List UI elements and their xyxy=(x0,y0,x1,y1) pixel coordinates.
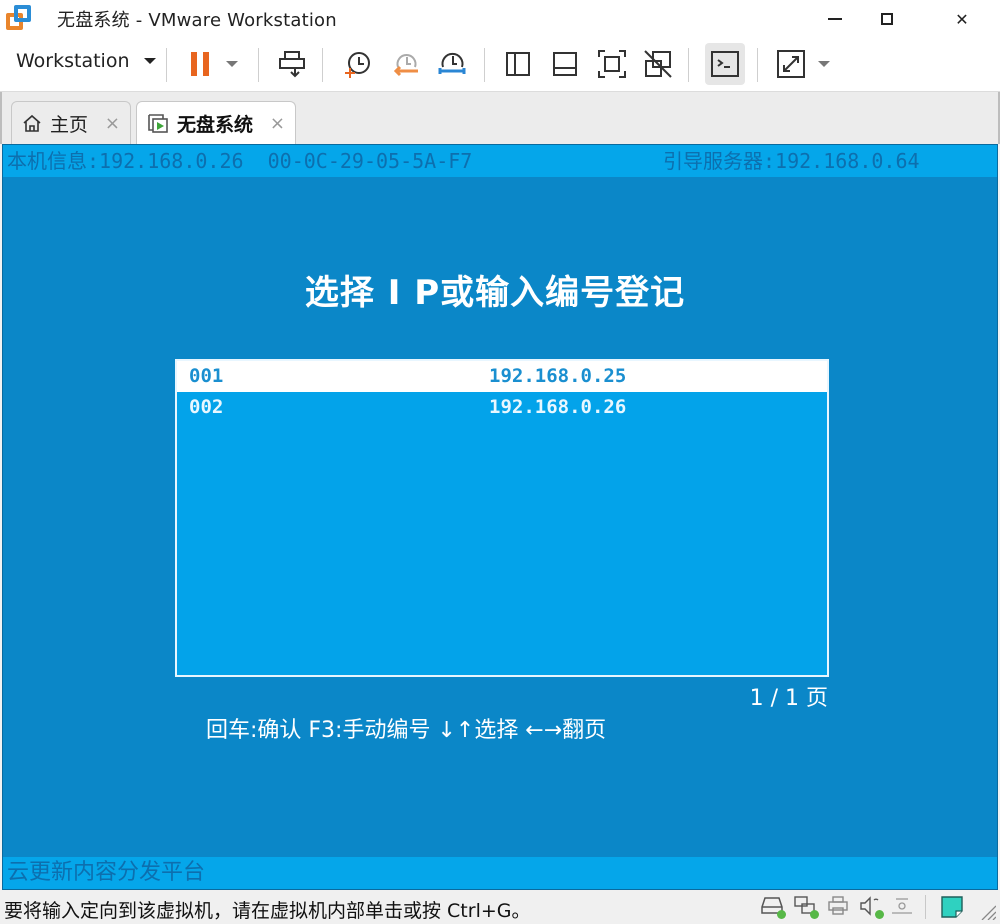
minimize-icon xyxy=(828,18,842,20)
toolbar-divider xyxy=(757,48,758,82)
power-dropdown-button[interactable] xyxy=(216,48,248,80)
tab-vm-label: 无盘系统 xyxy=(177,113,254,136)
window-title: 无盘系统 - VMware Workstation xyxy=(57,10,337,31)
local-info: 本机信息:192.168.0.26 00-0C-29-05-5A-F7 xyxy=(7,149,473,173)
camera-status[interactable] xyxy=(890,895,916,919)
active-indicator xyxy=(810,910,819,919)
unity-icon xyxy=(644,50,672,78)
toolbar-divider xyxy=(166,48,167,82)
close-button[interactable]: ✕ xyxy=(939,0,985,38)
vm-footer-bar: 云更新内容分发平台 xyxy=(3,857,997,889)
tab-home-label: 主页 xyxy=(50,113,89,136)
resize-grip-icon[interactable] xyxy=(980,904,996,920)
maximize-icon xyxy=(881,13,893,25)
console-view-button[interactable] xyxy=(705,43,745,85)
take-snapshot-icon xyxy=(345,52,370,78)
tab-close-icon[interactable]: × xyxy=(270,113,285,134)
row-id: 002 xyxy=(189,396,224,418)
notes-icon xyxy=(941,896,963,918)
toolbar-divider xyxy=(322,48,323,82)
tab-home[interactable]: 主页 × xyxy=(11,101,131,144)
stretch-guest-icon xyxy=(777,50,805,78)
status-divider xyxy=(925,895,926,919)
active-indicator xyxy=(875,910,884,919)
snapshot-manager-icon xyxy=(438,52,466,74)
maximize-button[interactable] xyxy=(864,0,910,38)
notes-button[interactable] xyxy=(940,895,966,919)
chevron-down-icon xyxy=(226,61,238,67)
snapshot-manager-button[interactable] xyxy=(436,48,468,80)
home-icon xyxy=(23,114,41,132)
show-library-icon xyxy=(506,52,530,76)
key-hint-bar: 回车:确认 F3:手动编号 ↓↑选择 ←→翻页 1 / 1 页 xyxy=(178,683,828,743)
take-snapshot-button[interactable] xyxy=(342,48,374,80)
status-bar: 要将输入定向到该虚拟机，请在虚拟机内部单击或按 Ctrl+G。 xyxy=(0,890,1000,924)
full-screen-button[interactable] xyxy=(596,48,628,80)
camera-icon xyxy=(892,898,912,914)
vmware-logo-icon xyxy=(6,5,32,31)
minimize-button[interactable] xyxy=(812,0,858,38)
toolbar-divider xyxy=(484,48,485,82)
tab-close-icon[interactable]: × xyxy=(105,113,120,134)
pause-icon xyxy=(191,52,209,76)
vm-running-icon xyxy=(148,114,168,133)
key-hints: 回车:确认 F3:手动编号 ↓↑选择 ←→翻页 xyxy=(205,718,607,743)
show-library-button[interactable] xyxy=(502,48,534,80)
status-message: 要将输入定向到该虚拟机，请在虚拟机内部单击或按 Ctrl+G。 xyxy=(4,900,531,922)
show-thumbnail-icon xyxy=(553,52,577,76)
revert-snapshot-icon xyxy=(393,54,418,77)
printer-status[interactable] xyxy=(826,895,852,919)
toolbar-divider xyxy=(688,48,689,82)
vm-info-bar: 本机信息:192.168.0.26 00-0C-29-05-5A-F7 引导服务… xyxy=(3,145,997,177)
pause-button[interactable] xyxy=(184,48,216,80)
hard-disk-status[interactable] xyxy=(760,895,786,919)
send-ctrl-alt-del-icon xyxy=(279,51,305,78)
send-ctrl-alt-del-button[interactable] xyxy=(276,48,308,80)
ip-list[interactable]: 001 192.168.0.25 002 192.168.0.26 xyxy=(175,359,829,677)
chevron-down-icon xyxy=(143,58,156,64)
close-icon: ✕ xyxy=(955,9,969,29)
workstation-menu[interactable]: Workstation xyxy=(16,50,156,72)
platform-name: 云更新内容分发平台 xyxy=(7,860,206,885)
page-indicator: 1 / 1 页 xyxy=(749,686,828,711)
row-ip: 192.168.0.26 xyxy=(489,396,627,418)
revert-snapshot-button[interactable] xyxy=(390,48,422,80)
toolbar-divider xyxy=(258,48,259,82)
toolbar: Workstation xyxy=(0,38,1000,92)
tab-vm[interactable]: 无盘系统 × xyxy=(136,101,296,144)
full-screen-icon xyxy=(598,50,626,78)
tab-strip: 主页 × 无盘系统 × xyxy=(0,92,1000,144)
boot-server-info: 引导服务器:192.168.0.64 xyxy=(663,149,920,173)
vm-prompt-title: 选择 I P或输入编号登记 xyxy=(304,273,686,313)
show-thumbnail-bar-button[interactable] xyxy=(549,48,581,80)
stretch-guest-button[interactable] xyxy=(775,48,807,80)
row-ip: 192.168.0.25 xyxy=(489,365,627,387)
sound-card-status[interactable] xyxy=(858,895,884,919)
chevron-down-icon xyxy=(818,61,830,67)
unity-button[interactable] xyxy=(642,48,674,80)
network-adapter-status[interactable] xyxy=(793,895,819,919)
workstation-menu-label: Workstation xyxy=(16,50,130,72)
printer-icon xyxy=(828,896,848,915)
vm-console[interactable]: 本机信息:192.168.0.26 00-0C-29-05-5A-F7 引导服务… xyxy=(2,144,998,890)
active-indicator xyxy=(777,910,786,919)
console-view-icon xyxy=(711,51,739,77)
stretch-dropdown-button[interactable] xyxy=(808,48,840,80)
row-id: 001 xyxy=(189,365,224,387)
ip-list-row[interactable]: 002 192.168.0.26 xyxy=(177,392,827,423)
ip-list-row[interactable]: 001 192.168.0.25 xyxy=(177,361,827,392)
title-bar: 无盘系统 - VMware Workstation ✕ xyxy=(0,0,1000,38)
